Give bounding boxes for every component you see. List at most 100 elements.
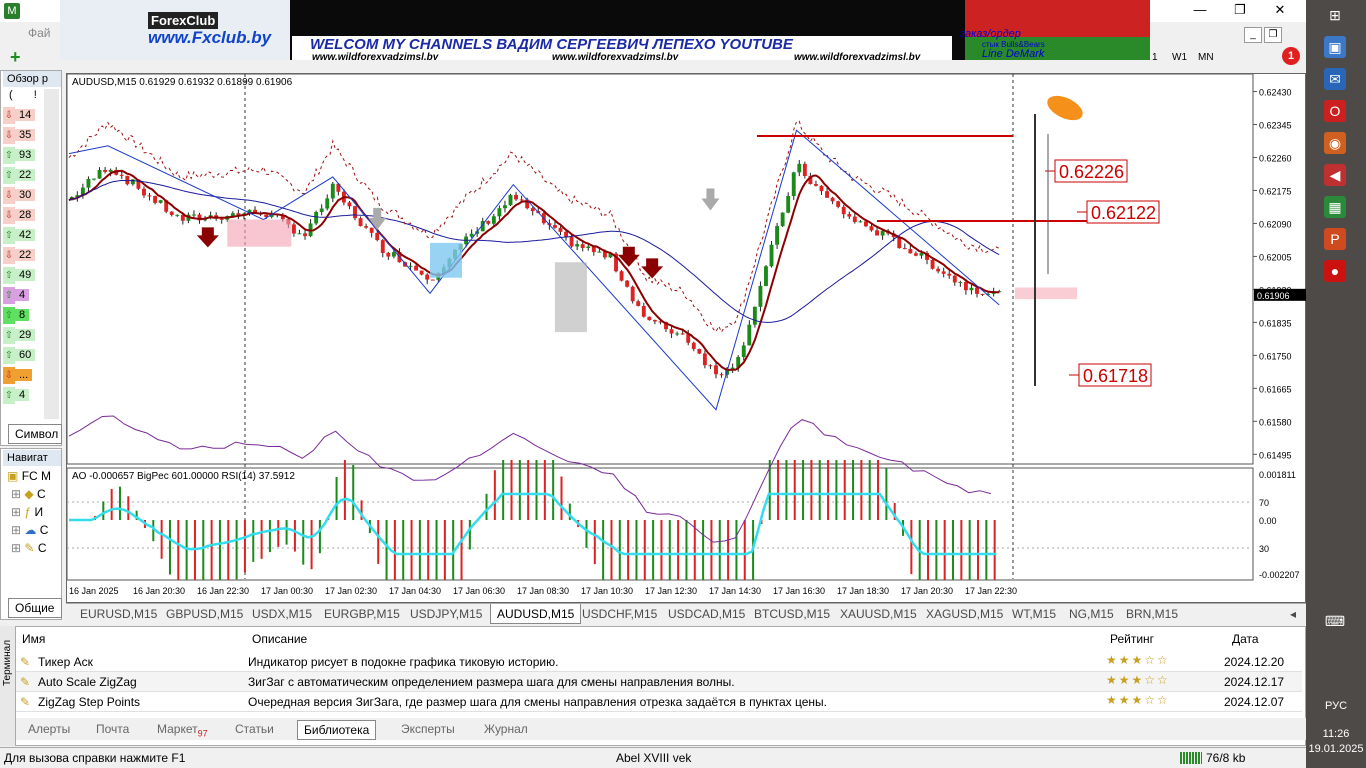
market-watch-scrollbar[interactable] (44, 89, 59, 419)
ao-histogram-bar (152, 520, 155, 542)
chart-tab[interactable]: USDX,M15 (246, 604, 318, 624)
library-row[interactable]: ✎ Auto Scale ZigZag ЗигЗаг с автоматически… (16, 672, 1302, 692)
market-watch-row[interactable]: ⇩ 22 (3, 247, 41, 264)
chart-tab[interactable]: GBPUSD,M15 (160, 604, 249, 624)
chart-tab[interactable]: WT,M15 (1006, 604, 1062, 624)
notification-badge[interactable]: 1 (1282, 47, 1300, 65)
timeframe-w1[interactable]: W1 (1172, 52, 1187, 63)
market-watch-row[interactable]: ⇩ 35 (3, 127, 41, 144)
settings-icon[interactable]: ◉ (1324, 132, 1346, 154)
terminal-tab[interactable]: Эксперты (395, 720, 461, 738)
navigator-experts[interactable]: ⊞ ☁ С (11, 523, 48, 537)
market-watch-row[interactable]: ⇧ 60 (3, 347, 41, 364)
chart-tab[interactable]: USDJPY,M15 (404, 604, 488, 624)
price-chart[interactable]: 0.62430 0.62345 0.62260 0.62175 0.62090 0.620… (66, 73, 1306, 603)
chart-canvas[interactable]: 0.62430 0.62345 0.62260 0.62175 0.62090 0.620… (67, 74, 1307, 604)
doc-minimize-icon[interactable]: _ (1244, 27, 1262, 43)
volume-icon[interactable]: ◀ (1324, 164, 1346, 186)
ao-histogram-bar (277, 520, 280, 547)
ao-histogram-bar (827, 460, 830, 520)
doc-restore-icon[interactable]: ❐ (1264, 27, 1282, 43)
clock-date[interactable]: 19.01.2025 (1306, 743, 1366, 755)
candle-body (497, 208, 502, 217)
chart-tabs-bar: EURUSD,M15 GBPUSD,M15 USDX,M15 EURGBP,M15 US… (66, 603, 1306, 641)
col-desc[interactable]: Описание (252, 632, 307, 646)
candle-body (303, 233, 307, 237)
terminal-tab[interactable]: Статьи (229, 720, 280, 738)
chart-tab[interactable]: XAUUSD,M15 (834, 604, 923, 624)
col-name[interactable]: Имя (22, 632, 45, 646)
market-watch-row[interactable]: ⇧ 4 (3, 387, 41, 404)
status-profile[interactable]: Abel XVIII vek (616, 751, 691, 765)
arrow-up-icon: ⇧ (3, 347, 15, 364)
chart-tab[interactable]: EURUSD,M15 (74, 604, 163, 624)
timeframe-mn[interactable]: MN (1198, 52, 1214, 63)
excel-icon[interactable]: ▦ (1324, 196, 1346, 218)
tab-common[interactable]: Общие (8, 598, 62, 618)
terminal-tab[interactable]: Библиотека (297, 720, 377, 740)
market-watch-row[interactable]: ⇧ 29 (3, 327, 41, 344)
market-watch-row[interactable]: ⇧ 8 (3, 307, 41, 324)
market-watch-row[interactable]: ⇧ 42 (3, 227, 41, 244)
market-watch-row[interactable]: ⇧ 93 (3, 147, 41, 164)
col-date[interactable]: Дата (1232, 632, 1259, 646)
market-watch-row[interactable]: ⇧ 49 (3, 267, 41, 284)
menu-file[interactable]: Фай (28, 26, 51, 40)
navigator-indicators[interactable]: ⊞ ƒ И (11, 505, 43, 519)
keyboard-icon[interactable]: ⌨ (1324, 610, 1346, 632)
navigator-accounts[interactable]: ⊞ ◆ С (11, 487, 46, 501)
language-indicator[interactable]: РУС (1306, 700, 1366, 712)
ao-histogram-bar (435, 520, 438, 580)
market-watch-row[interactable]: ⇩ 14 (3, 107, 41, 124)
time-label: 17 Jan 18:30 (837, 586, 889, 596)
terminal-tab[interactable]: Журнал (478, 720, 534, 738)
market-watch-row[interactable]: ⇩ 28 (3, 207, 41, 224)
chart-tab[interactable]: XAGUSD,M15 (920, 604, 1009, 624)
maximize-icon[interactable]: ❐ (1220, 0, 1260, 20)
ao-histogram-bar (493, 470, 496, 520)
chart-tab[interactable]: USDCAD,M15 (662, 604, 751, 624)
terminal-label: Терминал (2, 639, 13, 686)
market-watch-row[interactable]: ⇧ 22 (3, 167, 41, 184)
chart-tab[interactable]: BTCUSD,M15 (748, 604, 836, 624)
arrow-down-icon: ⇩ (3, 247, 15, 264)
outlook-icon[interactable]: ✉ (1324, 68, 1346, 90)
ao-histogram-bar (252, 520, 255, 562)
candle-body (414, 265, 419, 271)
timeframe-1[interactable]: 1 (1152, 52, 1158, 63)
candle-body (752, 306, 757, 325)
ao-histogram-bar (285, 520, 288, 545)
market-watch-row[interactable]: ⇩ 30 (3, 187, 41, 204)
powerpoint-icon[interactable]: P (1324, 228, 1346, 250)
chart-tab[interactable]: USDCHF,M15 (576, 604, 663, 624)
navigator-root[interactable]: ▣ FC M (7, 469, 51, 483)
record-icon[interactable]: ● (1324, 260, 1346, 282)
minimize-icon[interactable]: — (1180, 0, 1220, 20)
market-watch-row[interactable]: ⇧ 4 (3, 287, 41, 304)
terminal-tab[interactable]: Маркет97 (151, 720, 214, 742)
close-icon[interactable]: ✕ (1260, 0, 1300, 20)
terminal-tab[interactable]: Алерты (22, 720, 76, 738)
chart-tab[interactable]: NG,M15 (1063, 604, 1120, 624)
terminal-tab[interactable]: Почта (90, 720, 135, 738)
explorer-icon[interactable]: ▣ (1324, 36, 1346, 58)
new-chart-icon[interactable]: + (10, 48, 30, 66)
price-label: 0.61835 (1259, 318, 1292, 328)
library-row[interactable]: ✎ Тикер Аск Индикатор рисует в подокне гра… (16, 652, 1302, 672)
chart-tab[interactable]: AUDUSD,M15 (490, 604, 582, 624)
market-watch-row[interactable]: ⇩... (3, 367, 41, 384)
library-row[interactable]: ✎ ZigZag Step Points Очередная версия ЗигЗ… (16, 692, 1302, 712)
chart-tab[interactable]: EURGBP,M15 (318, 604, 406, 624)
tab-scroll-icon[interactable]: ◂ ▸ (1284, 604, 1306, 641)
navigator-scripts[interactable]: ⊞ ✎ С (11, 541, 46, 555)
price-label: 0.61495 (1259, 450, 1292, 460)
tab-symbol[interactable]: Символ (8, 424, 62, 444)
opera-icon[interactable]: O (1324, 100, 1346, 122)
windows-icon[interactable]: ⊞ (1324, 4, 1346, 26)
col-rating[interactable]: Рейтинг (1110, 632, 1154, 646)
chart-tab[interactable]: BRN,M15 (1120, 604, 1184, 624)
candle-body (125, 175, 130, 185)
candle-body (952, 275, 957, 283)
candle-body (86, 179, 91, 188)
clock-time[interactable]: 11:26 (1306, 728, 1366, 740)
